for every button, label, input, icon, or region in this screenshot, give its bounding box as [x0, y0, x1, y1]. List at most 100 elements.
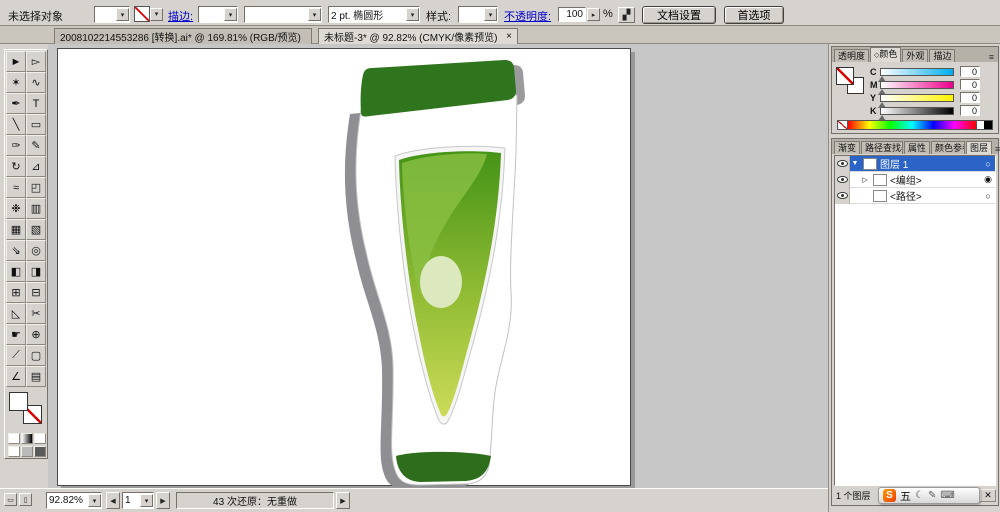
opacity-input[interactable]: 100 — [558, 7, 586, 22]
layer-row-layer1[interactable]: ▼ 图层 1 ○ — [835, 156, 995, 172]
dropdown-icon[interactable]: ▾ — [140, 494, 153, 507]
line-segment-tool[interactable]: ╲ — [6, 114, 26, 135]
normal-screen-mode-button[interactable] — [8, 446, 20, 457]
fill-swatch[interactable] — [9, 392, 28, 411]
mesh-tool[interactable]: ▦ — [6, 219, 26, 240]
target-icon[interactable]: ○ — [981, 191, 995, 201]
color-button[interactable] — [8, 433, 20, 444]
rotate-tool[interactable]: ↻ — [6, 156, 26, 177]
none-swatch[interactable] — [838, 121, 848, 129]
layer-name[interactable]: 图层 1 — [880, 156, 981, 171]
crop-area-tool[interactable]: ⊞ — [6, 282, 26, 303]
dropdown-icon[interactable]: ▾ — [116, 8, 129, 21]
close-icon[interactable]: × — [506, 31, 512, 42]
tab-gradient[interactable]: 渐变 — [834, 141, 860, 154]
graphic-style-select[interactable]: ▾ — [458, 6, 498, 23]
scissors-tool[interactable]: ✂ — [26, 303, 46, 324]
tab-transparency[interactable]: 透明度 — [834, 49, 870, 62]
status-play-icon[interactable]: ▶ — [336, 492, 350, 509]
artboard-tool[interactable]: ▢ — [26, 345, 46, 366]
expand-icon[interactable]: ▷ — [860, 176, 870, 184]
paintbrush-tool[interactable]: ✑ — [6, 135, 26, 156]
opacity-link[interactable]: 不透明度: — [504, 8, 551, 24]
white-swatch[interactable] — [976, 121, 984, 129]
stroke-link[interactable]: 描边: — [168, 8, 193, 24]
fill-color-control[interactable]: ▾ — [134, 6, 163, 22]
artboard-number-select[interactable]: 1 ▾ — [122, 492, 154, 509]
none-button[interactable] — [34, 433, 46, 444]
dropdown-icon[interactable]: ▾ — [224, 8, 237, 21]
eraser-tool[interactable]: ◺ — [6, 303, 26, 324]
symbol-sprayer-tool[interactable]: ❉ — [6, 198, 26, 219]
selection-tool[interactable]: ► — [6, 51, 26, 72]
full-screen-menu-mode-button[interactable] — [21, 446, 33, 457]
channel-value[interactable]: 0 — [960, 66, 980, 77]
live-paint-selection-tool[interactable]: ◨ — [26, 261, 46, 282]
magenta-slider[interactable] — [878, 80, 954, 95]
expand-icon[interactable]: ▼ — [850, 160, 860, 167]
free-transform-tool[interactable]: ◰ — [26, 177, 46, 198]
next-artboard-icon[interactable]: ▶ — [156, 492, 170, 509]
visibility-toggle[interactable] — [835, 156, 850, 172]
channel-value[interactable]: 0 — [960, 92, 980, 103]
document-tab-1[interactable]: 2008102214553286 [转换].ai* @ 169.81% (RGB… — [54, 28, 312, 44]
previous-artboard-icon[interactable]: ◀ — [106, 492, 120, 509]
preferences-button[interactable]: 首选项 — [724, 6, 784, 24]
tab-color[interactable]: ◇颜色 — [870, 47, 902, 62]
graph-tool[interactable]: ▥ — [26, 198, 46, 219]
live-paint-bucket-tool[interactable]: ◧ — [6, 261, 26, 282]
black-slider[interactable] — [878, 106, 954, 121]
full-screen-mode-button[interactable] — [34, 446, 46, 457]
tab-pathfinder[interactable]: 路径查找器 — [861, 141, 903, 154]
artboard[interactable] — [57, 48, 631, 487]
knife-tool[interactable]: ⟋ — [6, 345, 26, 366]
panel-menu-icon[interactable]: ≡ — [987, 52, 996, 62]
color-spectrum-bar[interactable] — [837, 120, 993, 130]
slice-tool[interactable]: ⊟ — [26, 282, 46, 303]
brush-definition-select[interactable]: 2 pt. 椭圆形 ▾ — [328, 6, 420, 23]
layer-name[interactable]: <路径> — [890, 188, 981, 203]
pencil-tool[interactable]: ✎ — [26, 135, 46, 156]
rectangle-tool[interactable]: ▭ — [26, 114, 46, 135]
canvas-area[interactable] — [48, 44, 828, 488]
ime-mode-label[interactable]: 五 — [900, 488, 911, 504]
dropdown-icon[interactable]: ▾ — [308, 8, 321, 21]
document-setup-button[interactable]: 文档设置 — [642, 6, 716, 24]
tab-stroke[interactable]: 描边 — [929, 49, 956, 62]
panel-menu-icon[interactable]: ≡ — [993, 144, 1000, 154]
tab-appearance[interactable]: 外观 — [902, 49, 929, 62]
dropdown-icon[interactable]: ▾ — [88, 494, 101, 507]
graph-style-icon[interactable]: ▞ — [618, 7, 635, 23]
zoom-select[interactable]: 92.82% ▾ — [46, 492, 102, 509]
status-info-box[interactable]: 43 次还原：无重做 — [176, 492, 334, 509]
stroke-color-select[interactable]: ▾ — [198, 6, 238, 23]
lasso-tool[interactable]: ∿ — [26, 72, 46, 93]
layer-row-path[interactable]: <路径> ○ — [835, 187, 995, 204]
ime-logo[interactable]: S — [883, 489, 896, 502]
zoom-tool[interactable]: ⊕ — [26, 324, 46, 345]
black-swatch[interactable] — [984, 121, 992, 129]
status-corner-icon-1[interactable]: ▭ — [4, 493, 17, 506]
layer-row-group[interactable]: ▷ <编组> ◉ — [835, 171, 995, 188]
stroke-weight-select[interactable]: ▾ — [244, 6, 322, 23]
type-tool[interactable]: T — [26, 93, 46, 114]
dropdown-icon[interactable]: ▾ — [406, 8, 419, 21]
page-tool[interactable]: ▤ — [26, 366, 46, 387]
ime-toolbar[interactable]: S 五 ☾ ✎ ⌨ — [878, 487, 980, 504]
gradient-tool[interactable]: ▧ — [26, 219, 46, 240]
document-tab-2[interactable]: 未标题-3* @ 92.82% (CMYK/像素预览) × — [318, 28, 518, 44]
measure-tool[interactable]: ∠ — [6, 366, 26, 387]
tab-layers[interactable]: 图层 — [966, 141, 993, 154]
warp-tool[interactable]: ≈ — [6, 177, 26, 198]
target-icon[interactable]: ◉ — [981, 174, 995, 185]
fill-style-select[interactable]: ▾ — [94, 6, 130, 23]
tab-color-guide[interactable]: 颜色参考 — [931, 141, 965, 154]
hand-tool[interactable]: ☛ — [6, 324, 26, 345]
opacity-spinner-icon[interactable]: ▸ — [587, 8, 600, 21]
spectrum-ramp[interactable] — [848, 121, 976, 129]
channel-value[interactable]: 0 — [960, 105, 980, 116]
layer-name[interactable]: <编组> — [890, 172, 981, 187]
fill-none-swatch[interactable] — [134, 6, 150, 22]
magic-wand-tool[interactable]: ✶ — [6, 72, 26, 93]
tab-attributes[interactable]: 属性 — [904, 141, 930, 154]
